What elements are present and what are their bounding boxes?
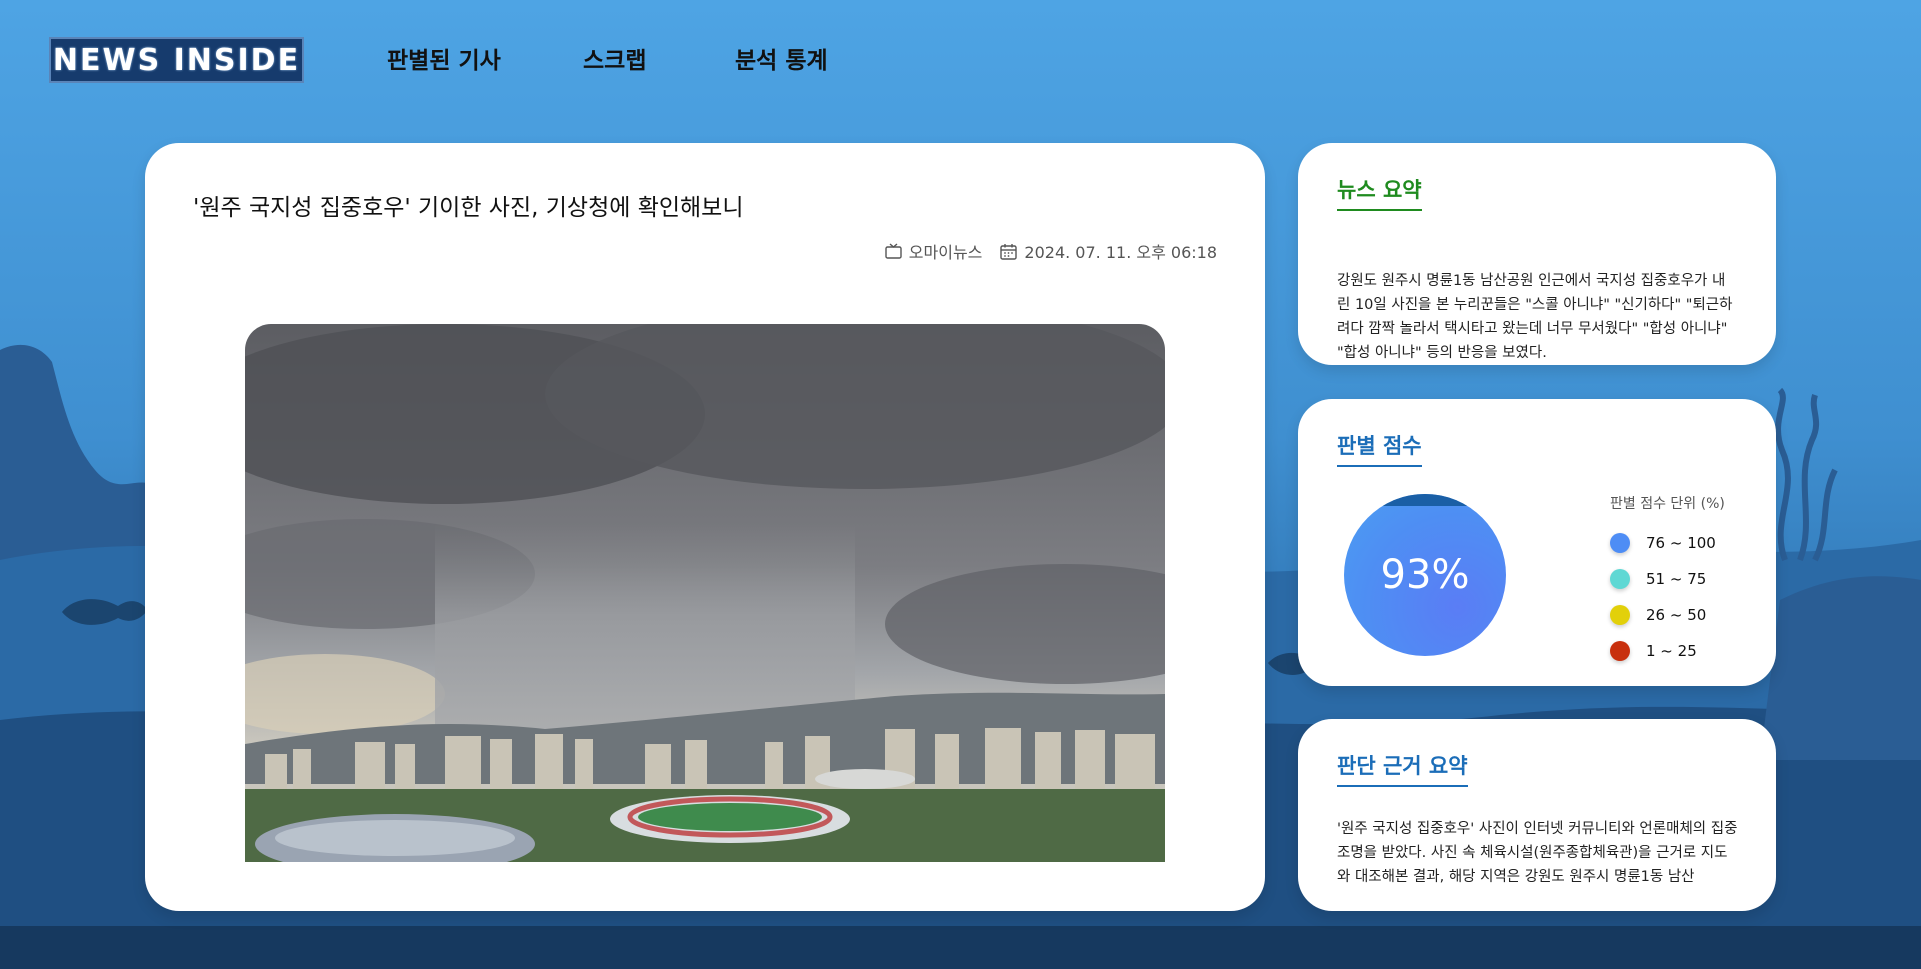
legend-dot-low: [1610, 641, 1630, 661]
score-legend: 판별 점수 단위 (%) 76 ~ 100 51 ~ 75 26 ~ 50 1 …: [1610, 493, 1725, 669]
legend-item: 76 ~ 100: [1610, 525, 1725, 561]
news-summary-text: 강원도 원주시 명륜1동 남산공원 인근에서 국지성 집중호우가 내린 10일 …: [1337, 273, 1733, 361]
nav-classified-articles[interactable]: 판별된 기사: [387, 43, 501, 79]
score-card: 판별 점수 93% 판별 점수 단위 (%) 76 ~ 100 51 ~ 75 …: [1298, 399, 1776, 686]
reasoning-summary-card: 판단 근거 요약 '원주 국지성 집중호우' 사진이 인터넷 커뮤니티와 언론매…: [1298, 719, 1776, 911]
legend-dot-mid-high: [1610, 569, 1630, 589]
footer-band: [0, 926, 1921, 969]
legend-label: 76 ~ 100: [1646, 534, 1716, 552]
legend-label: 51 ~ 75: [1646, 570, 1707, 588]
score-circle: 93%: [1344, 494, 1506, 656]
article-card: '원주 국지성 집중호우' 기이한 사진, 기상청에 확인해보니 오마이뉴스 2…: [145, 143, 1265, 911]
reasoning-summary-title: 판단 근거 요약: [1337, 752, 1468, 787]
seabed-right: [1760, 576, 1921, 760]
article-meta: 오마이뉴스 2024. 07. 11. 오후 06:18: [885, 239, 1217, 263]
tv-icon: [885, 243, 902, 259]
article-date: 2024. 07. 11. 오후 06:18: [1000, 239, 1217, 263]
legend-title: 판별 점수 단위 (%): [1610, 496, 1725, 512]
news-summary-card: 뉴스 요약 강원도 원주시 명륜1동 남산공원 인근에서 국지성 집중호우가 내…: [1298, 143, 1776, 365]
article-title: '원주 국지성 집중호우' 기이한 사진, 기상청에 확인해보니: [193, 195, 744, 221]
logo[interactable]: NEWS INSIDE: [49, 37, 304, 83]
legend-item: 51 ~ 75: [1610, 561, 1725, 597]
nav-scrap[interactable]: 스크랩: [583, 43, 646, 79]
news-summary-title: 뉴스 요약: [1337, 176, 1422, 211]
article-photo: [245, 324, 1165, 862]
legend-item: 26 ~ 50: [1610, 597, 1725, 633]
legend-dot-mid-low: [1610, 605, 1630, 625]
calendar-icon: [1000, 243, 1018, 260]
legend-dot-high: [1610, 533, 1630, 553]
seaweed-silhouette: [1775, 387, 1838, 562]
nav-analysis-stats[interactable]: 분석 통계: [735, 43, 828, 79]
legend-item: 1 ~ 25: [1610, 633, 1725, 669]
reasoning-summary-text: '원주 국지성 집중호우' 사진이 인터넷 커뮤니티와 언론매체의 집중 조명을…: [1337, 821, 1738, 885]
storm-over-city-image: [245, 324, 1165, 862]
article-source: 오마이뉴스: [885, 239, 983, 263]
legend-label: 26 ~ 50: [1646, 606, 1707, 624]
legend-label: 1 ~ 25: [1646, 642, 1697, 660]
source-label: 오마이뉴스: [908, 243, 983, 262]
score-value: 93%: [1380, 552, 1470, 598]
top-navbar: NEWS INSIDE 판별된 기사 스크랩 분석 통계: [0, 0, 1921, 120]
score-title: 판별 점수: [1337, 432, 1422, 467]
date-label: 2024. 07. 11. 오후 06:18: [1024, 243, 1217, 262]
